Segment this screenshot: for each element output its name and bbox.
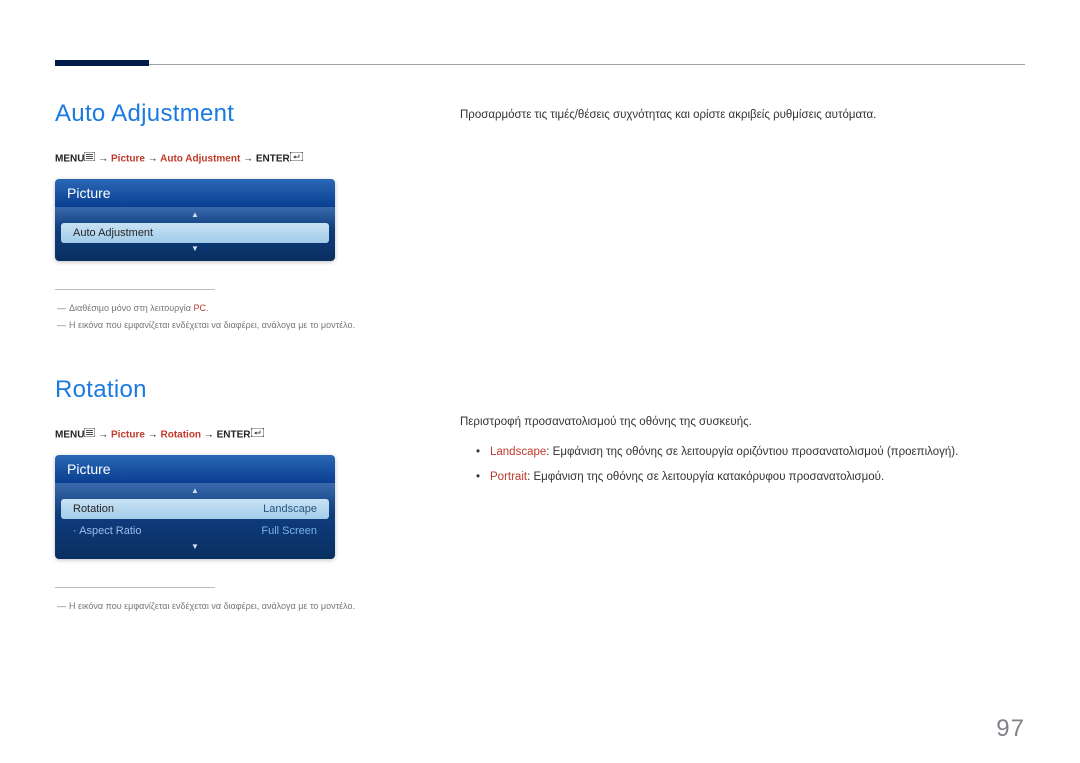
header-rule bbox=[55, 64, 1025, 65]
bc-arrow: → bbox=[148, 430, 158, 441]
osd-body: ▲ Auto Adjustment ▼ bbox=[55, 207, 335, 261]
footnote-separator bbox=[55, 289, 215, 290]
enter-icon bbox=[251, 428, 264, 440]
menu-icon bbox=[84, 152, 95, 164]
enter-icon bbox=[290, 152, 303, 164]
osd-panel-auto-adjustment: Picture ▲ Auto Adjustment ▼ bbox=[55, 179, 335, 261]
arrow-down-icon: ▼ bbox=[61, 543, 329, 553]
bc-enter: ENTER bbox=[217, 430, 251, 441]
rotation-options-list: Landscape: Εμφάνιση της οθόνης σε λειτου… bbox=[460, 442, 1025, 489]
osd-row-label: Rotation bbox=[73, 503, 114, 515]
description-rotation: Περιστροφή προσανατολισμού της οθόνης τη… bbox=[460, 412, 1025, 434]
arrow-up-icon: ▲ bbox=[61, 211, 329, 221]
osd-body: ▲ Rotation Landscape · Aspect Ratio Full… bbox=[55, 483, 335, 559]
osd-row-label: Auto Adjustment bbox=[73, 227, 153, 239]
description-block-rotation: Περιστροφή προσανατολισμού της οθόνης τη… bbox=[460, 412, 1025, 489]
footnote-pc-mode: Διαθέσιμο μόνο στη λειτουργία PC. bbox=[55, 300, 390, 317]
bc-arrow: → bbox=[98, 430, 108, 441]
option-landscape: Landscape bbox=[490, 446, 546, 458]
arrow-down-icon: ▼ bbox=[61, 245, 329, 255]
list-item: Portrait: Εμφάνιση της οθόνης σε λειτουρ… bbox=[476, 467, 1025, 489]
description-auto-adjustment: Προσαρμόστε τις τιμές/θέσεις συχνότητας … bbox=[460, 105, 1025, 127]
bc-picture: Picture bbox=[111, 154, 145, 165]
osd-panel-rotation: Picture ▲ Rotation Landscape · Aspect Ra… bbox=[55, 455, 335, 559]
osd-row-value: Landscape bbox=[263, 503, 317, 515]
osd-row-auto-adjustment[interactable]: Auto Adjustment bbox=[61, 223, 329, 243]
footnote-separator bbox=[55, 587, 215, 588]
osd-row-rotation[interactable]: Rotation Landscape bbox=[61, 499, 329, 519]
osd-row-label: · Aspect Ratio bbox=[73, 525, 142, 537]
breadcrumb-rotation: MENU → Picture → Rotation → ENTER bbox=[55, 429, 390, 441]
right-column: Προσαρμόστε τις τιμές/θέσεις συχνότητας … bbox=[460, 100, 1025, 615]
section-title-auto-adjustment: Auto Adjustment bbox=[55, 100, 390, 128]
bc-arrow: → bbox=[243, 154, 253, 165]
left-column: Auto Adjustment MENU → Picture → Auto Ad… bbox=[55, 100, 390, 615]
footnote-image-vary: Η εικόνα που εμφανίζεται ενδέχεται να δι… bbox=[55, 317, 390, 334]
page-content: Auto Adjustment MENU → Picture → Auto Ad… bbox=[55, 100, 1025, 615]
section-auto-adjustment: Auto Adjustment MENU → Picture → Auto Ad… bbox=[55, 100, 390, 334]
header-accent bbox=[55, 60, 149, 66]
bc-item: Rotation bbox=[160, 430, 201, 441]
list-item: Landscape: Εμφάνιση της οθόνης σε λειτου… bbox=[476, 442, 1025, 464]
osd-header: Picture bbox=[55, 455, 335, 483]
bc-enter: ENTER bbox=[256, 154, 290, 165]
footnote-image-vary: Η εικόνα που εμφανίζεται ενδέχεται να δι… bbox=[55, 598, 390, 615]
bc-item: Auto Adjustment bbox=[160, 154, 240, 165]
bc-arrow: → bbox=[204, 430, 214, 441]
osd-row-value: Full Screen bbox=[261, 525, 317, 537]
page-number: 97 bbox=[996, 715, 1025, 743]
bc-arrow: → bbox=[148, 154, 158, 165]
osd-header: Picture bbox=[55, 179, 335, 207]
bc-menu: MENU bbox=[55, 430, 84, 441]
bc-menu: MENU bbox=[55, 154, 84, 165]
bc-arrow: → bbox=[98, 154, 108, 165]
section-rotation: Rotation MENU → Picture → Rotation → ENT… bbox=[55, 376, 390, 615]
arrow-up-icon: ▲ bbox=[61, 487, 329, 497]
menu-icon bbox=[84, 428, 95, 440]
osd-row-aspect-ratio[interactable]: · Aspect Ratio Full Screen bbox=[61, 521, 329, 541]
bc-picture: Picture bbox=[111, 430, 145, 441]
breadcrumb-auto-adjustment: MENU → Picture → Auto Adjustment → ENTER bbox=[55, 153, 390, 165]
section-title-rotation: Rotation bbox=[55, 376, 390, 404]
option-portrait: Portrait bbox=[490, 471, 527, 483]
